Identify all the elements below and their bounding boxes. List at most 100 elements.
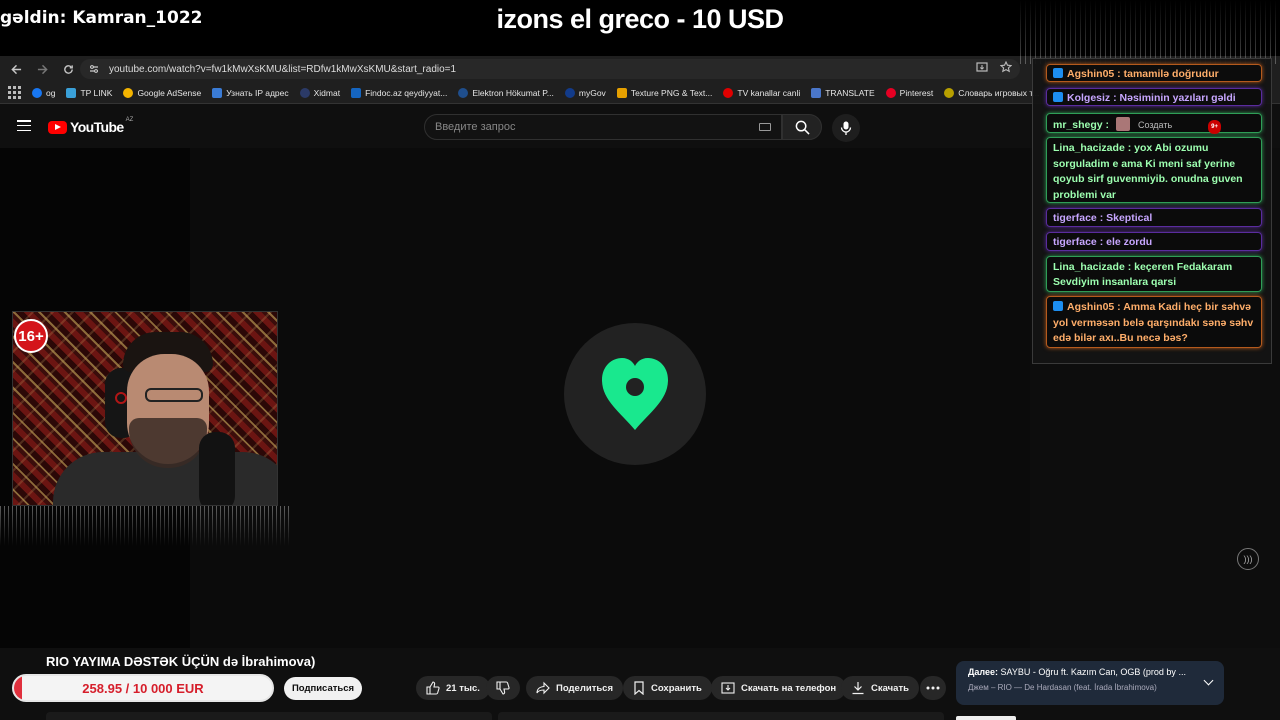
twitch-icon (1053, 301, 1063, 311)
favicon-icon (458, 87, 469, 98)
voice-search-button[interactable] (832, 114, 860, 142)
bookmark-item[interactable]: Словарь игровых т... (944, 87, 1039, 98)
chat-message: KolgesizNəsiminin yazıları gəldi (1046, 88, 1262, 106)
music-placeholder-circle (564, 323, 706, 465)
chat-message: tigerfaceSkeptical (1046, 208, 1262, 227)
download-to-phone-label: Скачать на телефон (741, 682, 837, 694)
bookmark-item[interactable]: og (32, 87, 55, 98)
support-overlay-text: YAYIMA DƏSTƏK ÜÇÜN (72, 654, 220, 669)
more-horizontal-icon (926, 686, 940, 690)
search-placeholder: Введите запрос (435, 121, 516, 133)
download-label: Скачать (871, 682, 909, 694)
audio-icon[interactable]: ))) (1237, 548, 1259, 570)
bookmark-item[interactable]: TV kanallar canli (723, 87, 800, 98)
twitch-icon (1053, 92, 1063, 102)
comments-box[interactable] (498, 712, 944, 720)
download-to-phone-button[interactable]: Скачать на телефон (711, 676, 847, 700)
address-right-tools (976, 61, 1012, 73)
arrow-left-icon (10, 64, 21, 74)
chat-message: mr_shegyСоздать9+ (1046, 113, 1262, 134)
thumbs-up-icon (426, 681, 440, 695)
streamer-figure (53, 332, 277, 505)
favicon-icon (885, 87, 896, 98)
twitch-icon (1053, 68, 1063, 78)
favicon-icon (944, 87, 955, 98)
download-button[interactable]: Скачать (841, 676, 919, 700)
chat-message: Lina_hacizadeyox Abi ozumu sorguladim e … (1046, 137, 1262, 203)
like-button[interactable]: 21 тыс. (416, 676, 490, 700)
bookmark-icon (634, 681, 644, 695)
reload-icon (63, 64, 73, 74)
arrow-right-icon (37, 64, 48, 74)
favicon-icon (212, 87, 223, 98)
youtube-play-icon (48, 120, 67, 134)
thumbs-down-icon (496, 681, 510, 695)
bookmark-item[interactable]: myGov (564, 87, 606, 98)
up-next-title: Далее: SAYBU - Oğru ft. Kazım Can, OGB (… (968, 667, 1186, 677)
bookmark-item[interactable]: Google AdSense (123, 87, 201, 98)
avatar (1115, 117, 1130, 131)
notification-count: 9+ (1208, 120, 1221, 134)
filter-chip[interactable] (956, 716, 1016, 720)
save-label: Сохранить (651, 682, 702, 694)
chat-message: tigerfaceele zordu (1046, 232, 1262, 251)
favicon-icon (123, 87, 134, 98)
install-app-icon[interactable] (976, 61, 988, 73)
forward-button[interactable] (30, 57, 54, 81)
share-label: Поделиться (556, 682, 614, 694)
chat-message: Agshin05Amma Kadi heç bir səhvə yol verm… (1046, 296, 1262, 348)
age-rating-badge: 16+ (14, 319, 48, 353)
search-button[interactable] (782, 114, 822, 140)
video-title: RIO YAYIMA DƏSTƏK ÜÇÜN də İbrahimova) (46, 654, 316, 669)
search-icon (795, 120, 810, 135)
donation-goal-bar: 258.95 / 10 000 EUR (12, 674, 274, 702)
bookmark-item[interactable]: TRANSLATE (811, 87, 875, 98)
site-settings-icon (90, 65, 98, 73)
favicon-icon (351, 87, 362, 98)
favicon-icon (616, 87, 627, 98)
menu-icon[interactable] (17, 120, 31, 132)
bookmark-item[interactable]: Pinterest (885, 87, 933, 98)
more-actions-button[interactable] (920, 676, 946, 700)
share-button[interactable]: Поделиться (526, 676, 624, 700)
save-button[interactable]: Сохранить (623, 676, 712, 700)
url-field[interactable]: youtube.com/watch?v=fw1kMwXsKMU&list=RDf… (80, 59, 1020, 79)
favicon-icon (32, 87, 42, 98)
bookmark-item[interactable]: Xidmat (299, 87, 340, 98)
reload-button[interactable] (56, 57, 80, 81)
bookmark-item[interactable]: Elektron Hökumat P... (458, 87, 554, 98)
chat-message: Lina_hacizadekeçeren Fedakaram Sevdiyim … (1046, 256, 1262, 292)
dislike-button[interactable] (486, 676, 520, 700)
bookmark-item[interactable]: Texture PNG & Text... (616, 87, 712, 98)
youtube-logo-text: YouTube (70, 119, 124, 135)
heart-icon (602, 358, 668, 430)
keyboard-icon[interactable] (759, 123, 771, 131)
like-count: 21 тыс. (446, 682, 480, 694)
bookmark-star-icon[interactable] (1000, 61, 1012, 73)
chat-glitch-effect (1020, 0, 1280, 64)
description-box[interactable] (46, 712, 492, 720)
favicon-icon (564, 87, 575, 98)
donation-goal-text: 258.95 / 10 000 EUR (82, 681, 204, 696)
subscribe-button[interactable]: Подписаться (284, 677, 362, 700)
bookmark-item[interactable]: TP LINK (66, 87, 112, 98)
search-input[interactable]: Введите запрос (424, 114, 782, 140)
apps-grid-icon[interactable] (8, 85, 22, 100)
chat-message: Agshin05tamamilə doğrudur (1046, 64, 1262, 82)
microphone-icon (840, 121, 852, 135)
phone-download-icon (721, 682, 735, 694)
favicon-icon (299, 87, 310, 98)
up-next-card[interactable]: Далее: SAYBU - Oğru ft. Kazım Can, OGB (… (956, 661, 1224, 705)
webcam-overlay (12, 311, 278, 506)
bookmark-item[interactable]: Findoc.az qeydiyyat... (351, 87, 447, 98)
video-player[interactable] (190, 148, 1030, 648)
share-icon (536, 681, 550, 695)
favicon-icon (723, 87, 734, 98)
bookmark-item[interactable]: Узнать IP адрес (212, 87, 289, 98)
back-button[interactable] (4, 57, 28, 81)
download-icon (852, 682, 864, 695)
create-button-label: Создать (1137, 120, 1173, 130)
favicon-icon (66, 87, 77, 98)
up-next-subtitle: Джем – RIO — De Hardasan (feat. İrada İb… (968, 683, 1157, 692)
youtube-logo[interactable]: YouTube AZ (48, 117, 133, 135)
